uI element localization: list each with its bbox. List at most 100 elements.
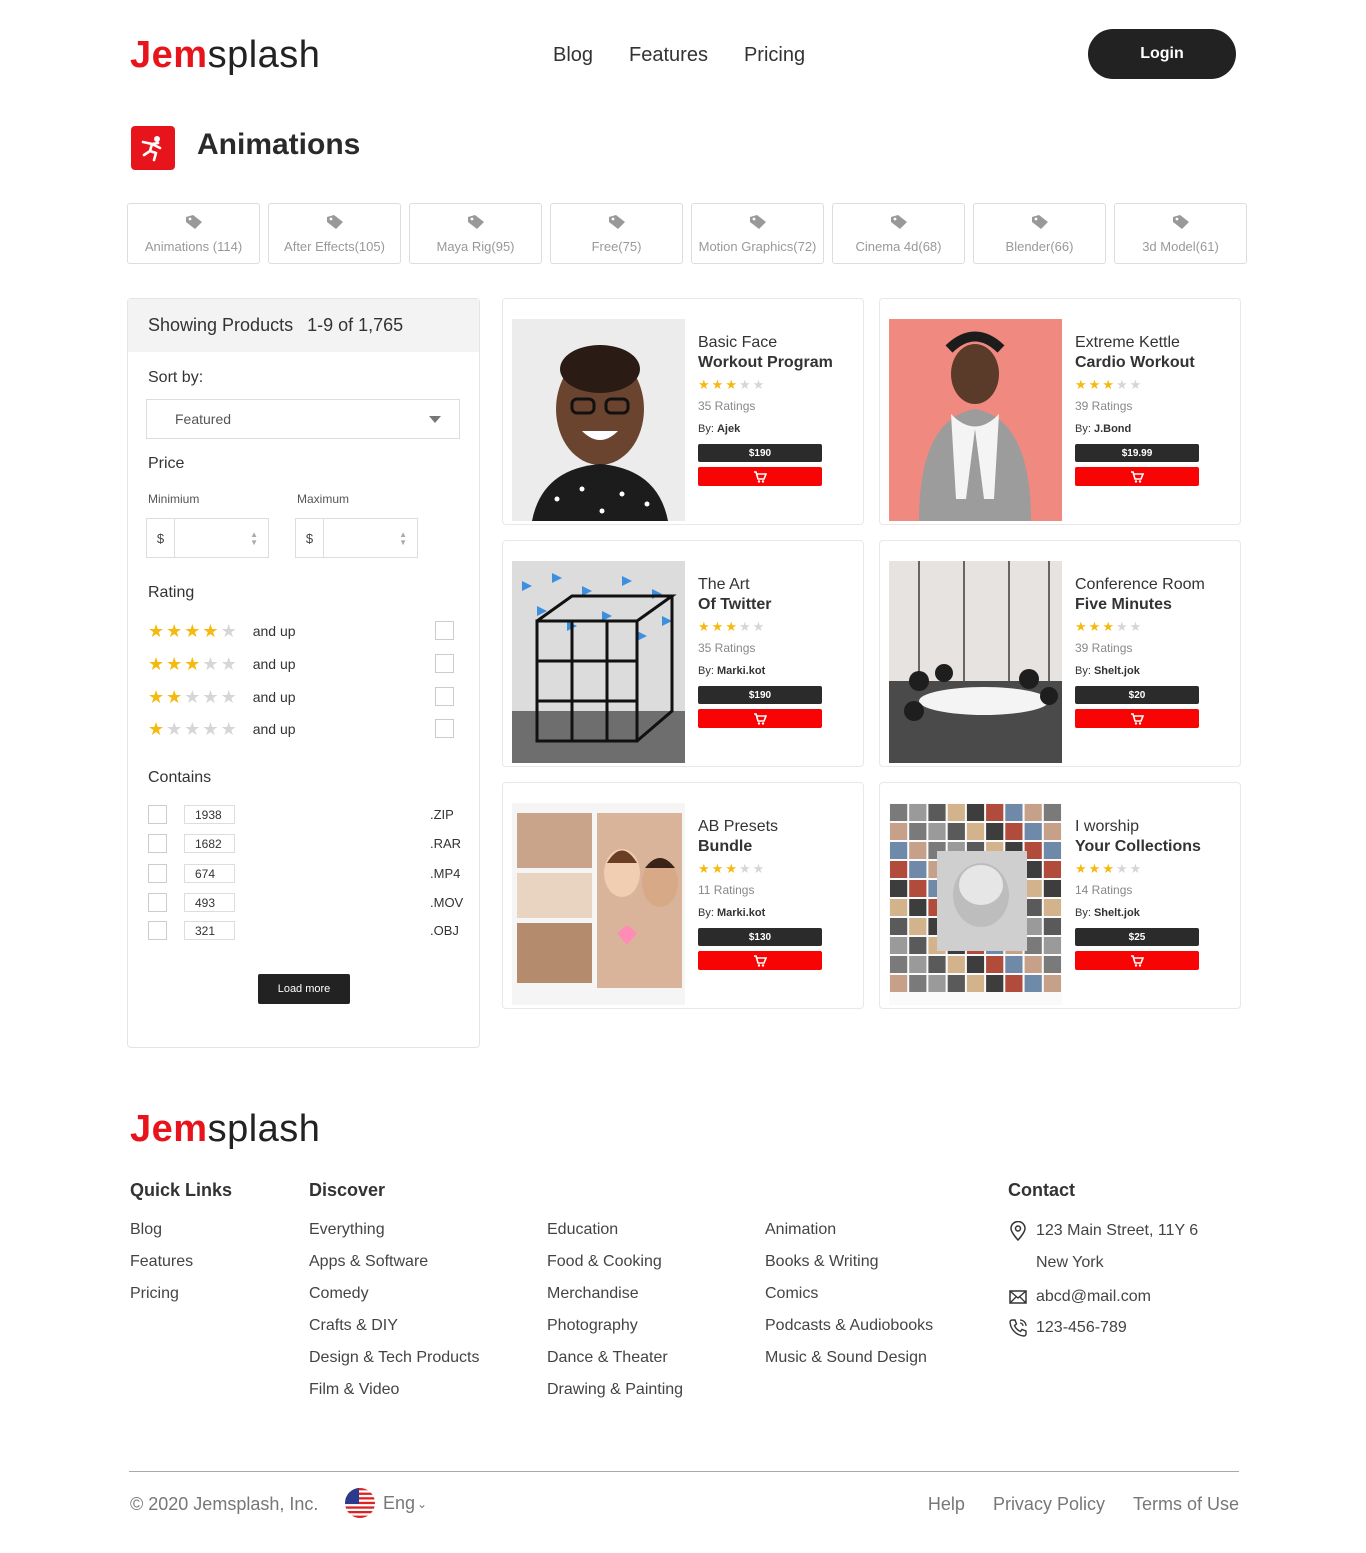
contact-email[interactable]: abcd@mail.com [1008,1287,1151,1307]
footer-link[interactable]: Apps & Software [309,1252,479,1272]
product-image[interactable] [889,319,1062,521]
footer-link[interactable]: Food & Cooking [547,1252,683,1272]
product-card[interactable]: The Art Of Twitter ★ ★ ★ ★ ★ 35 Ratings By: Mark… [502,540,864,767]
product-card[interactable]: AB Presets Bundle ★ ★ ★ ★ ★ 11 Ratings By: Marki… [502,782,864,1009]
add-to-cart-button[interactable] [698,951,822,970]
product-title-line-1: Extreme Kettle [1075,334,1180,351]
product-image[interactable] [512,561,685,763]
product-image[interactable] [512,803,685,1005]
file-type-checkbox[interactable] [148,805,167,824]
rating-checkbox[interactable] [435,654,454,673]
star-empty-icon: ★ [1115,861,1128,876]
product-image[interactable] [889,803,1062,1005]
author-name[interactable]: J.Bond [1094,423,1131,435]
footer-link[interactable]: Film & Video [309,1380,479,1400]
price-button[interactable]: $130 [698,928,822,946]
language-selector[interactable]: Eng ⌄ [345,1488,427,1518]
footer-link[interactable]: Books & Writing [765,1252,933,1272]
footer-link[interactable]: Education [547,1220,683,1240]
author-name[interactable]: Shelt.jok [1094,907,1140,919]
category-tag[interactable]: Animations (114) [127,203,260,264]
file-type-checkbox[interactable] [148,893,167,912]
star-empty-icon: ★ [1129,377,1142,392]
footer-link[interactable]: Design & Tech Products [309,1348,479,1368]
author-name[interactable]: Ajek [717,423,740,435]
file-type-checkbox[interactable] [148,921,167,940]
spinner-icon[interactable]: ▲ ▼ [250,531,258,547]
footer-link[interactable]: Blog [130,1220,193,1240]
product-info: Basic Face Workout Program ★ ★ ★ ★ ★ 35 Ratings… [698,333,858,486]
footer-link[interactable]: Pricing [130,1284,193,1304]
add-to-cart-button[interactable] [1075,709,1199,728]
footer-link[interactable]: Podcasts & Audiobooks [765,1316,933,1336]
star-filled-icon: ★ [725,619,737,634]
category-tag[interactable]: Free(75) [550,203,683,264]
price-button[interactable]: $190 [698,686,822,704]
author-name[interactable]: Shelt.jok [1094,665,1140,677]
category-tag[interactable]: Blender(66) [973,203,1106,264]
product-card[interactable]: I worship Your Collections ★ ★ ★ ★ ★ 14 Ratings… [879,782,1241,1009]
logo-part-1: Jem [130,34,208,76]
footer-link[interactable]: Comics [765,1284,933,1304]
cart-icon [753,470,767,483]
add-to-cart-button[interactable] [1075,467,1199,486]
footer-logo[interactable]: Jemsplash [130,1108,320,1151]
footer-link[interactable]: Drawing & Painting [547,1380,683,1400]
contact-phone[interactable]: 123-456-789 [1008,1318,1127,1338]
price-button[interactable]: $25 [1075,928,1199,946]
load-more-button[interactable]: Load more [258,974,350,1004]
add-to-cart-button[interactable] [698,467,822,486]
login-button[interactable]: Login [1088,29,1236,79]
rating-filter-label: and up [252,688,296,705]
author-prefix: By: [698,665,714,677]
price-button[interactable]: $19.99 [1075,444,1199,462]
category-tag[interactable]: 3d Model(61) [1114,203,1247,264]
file-type-checkbox[interactable] [148,864,167,883]
category-tag[interactable]: Maya Rig(95) [409,203,542,264]
product-image[interactable] [889,561,1062,763]
max-price-field[interactable]: $ ▲ ▼ [295,518,418,558]
privacy-link[interactable]: Privacy Policy [993,1494,1105,1515]
star-filled-icon: ★ [1075,619,1087,634]
sort-select[interactable]: Featured [146,399,460,439]
footer-link[interactable]: Everything [309,1220,479,1240]
footer-link[interactable]: Animation [765,1220,933,1240]
product-author: By: Ajek [698,423,858,435]
category-tag[interactable]: Motion Graphics(72) [691,203,824,264]
price-button[interactable]: $190 [698,444,822,462]
product-card[interactable]: Basic Face Workout Program ★ ★ ★ ★ ★ 35 Ratings… [502,298,864,525]
product-card[interactable]: Extreme Kettle Cardio Workout ★ ★ ★ ★ ★ 39 Rati… [879,298,1241,525]
footer-link[interactable]: Merchandise [547,1284,683,1304]
author-name[interactable]: Marki.kot [717,907,765,919]
author-name[interactable]: Marki.kot [717,665,765,677]
footer-link[interactable]: Dance & Theater [547,1348,683,1368]
file-type-checkbox[interactable] [148,834,167,853]
star-empty-icon: ★ [220,686,237,707]
star-filled-icon: ★ [148,620,165,641]
product-card[interactable]: Conference Room Five Minutes ★ ★ ★ ★ ★ 39 Ratin… [879,540,1241,767]
nav-blog[interactable]: Blog [553,44,593,67]
spinner-icon[interactable]: ▲ ▼ [399,531,407,547]
footer-link[interactable]: Photography [547,1316,683,1336]
terms-link[interactable]: Terms of Use [1133,1494,1239,1515]
nav-features[interactable]: Features [629,44,708,67]
min-price-field[interactable]: $ ▲ ▼ [146,518,269,558]
category-tag[interactable]: Cinema 4d(68) [832,203,965,264]
rating-checkbox[interactable] [435,687,454,706]
product-image[interactable] [512,319,685,521]
brand-logo[interactable]: Jemsplash [130,34,320,77]
footer-link[interactable]: Comedy [309,1284,479,1304]
category-tag[interactable]: After Effects(105) [268,203,401,264]
add-to-cart-button[interactable] [698,709,822,728]
footer-link[interactable]: Features [130,1252,193,1272]
product-title-line-2: Bundle [698,838,753,855]
help-link[interactable]: Help [928,1494,965,1515]
rating-checkbox[interactable] [435,621,454,640]
nav-pricing[interactable]: Pricing [744,44,805,67]
footer-link[interactable]: Crafts & DIY [309,1316,479,1336]
footer-link[interactable]: Music & Sound Design [765,1348,933,1368]
showing-range: 1-9 of 1,765 [307,315,404,335]
rating-checkbox[interactable] [435,719,454,738]
price-button[interactable]: $20 [1075,686,1199,704]
add-to-cart-button[interactable] [1075,951,1199,970]
